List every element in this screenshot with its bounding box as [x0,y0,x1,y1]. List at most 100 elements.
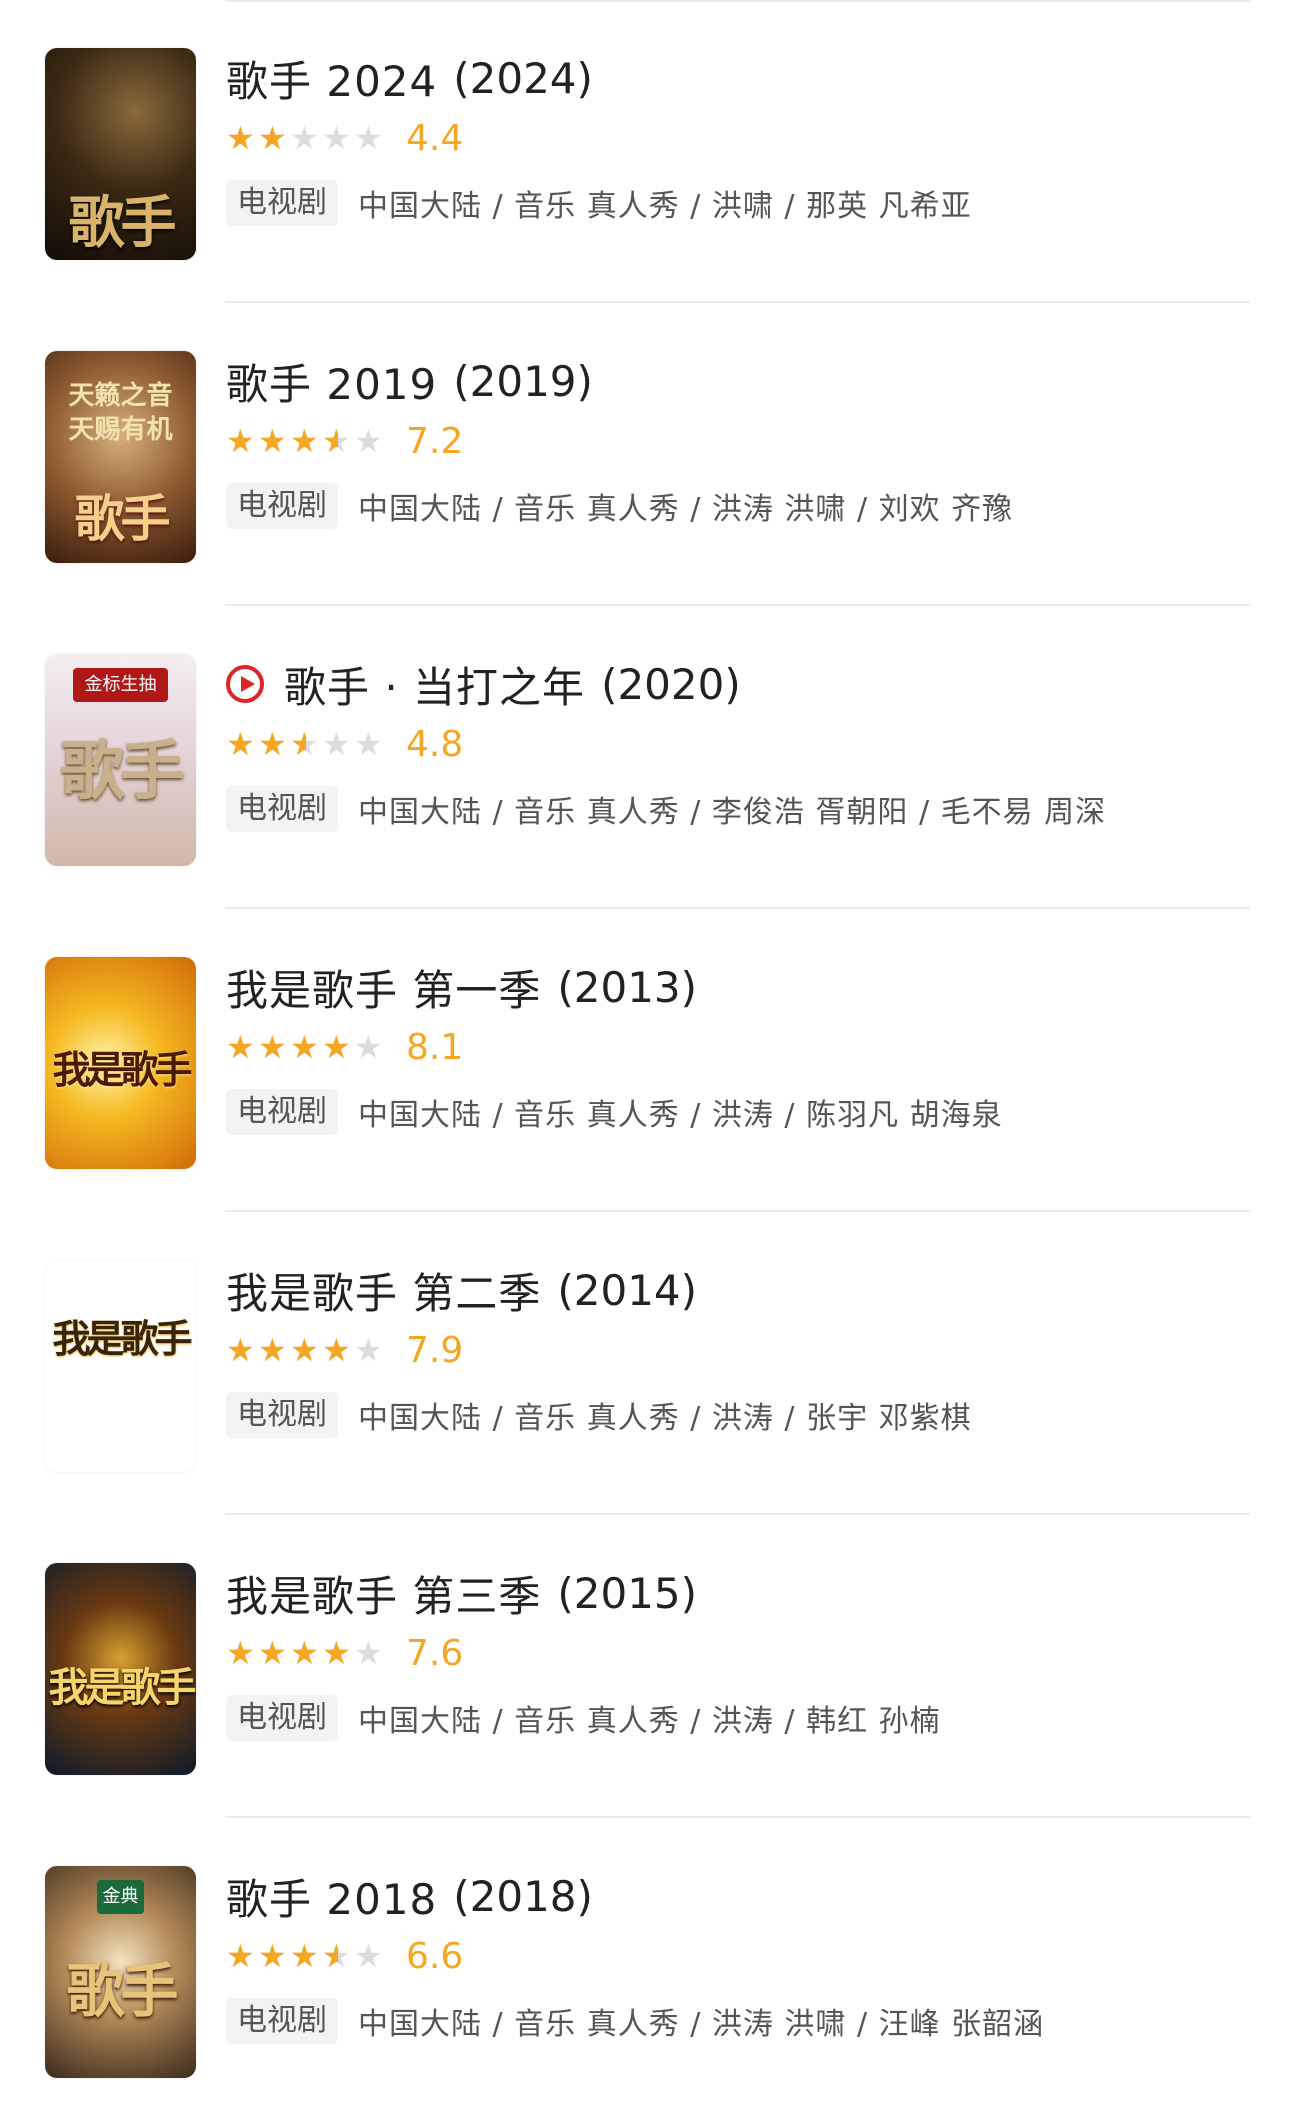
star-fill: ★ [258,1637,287,1669]
item-meta: 中国大陆 / 音乐 真人秀 / 洪涛 / 陈羽凡 胡海泉 [358,1098,1003,1133]
star-icon: ★ ★ [226,1334,258,1366]
meta-row: 电视剧 中国大陆 / 音乐 真人秀 / 洪涛 / 张宇 邓紫棋 [226,1390,972,1440]
star-icon: ★ ★ [226,1940,258,1972]
poster-image[interactable]: 歌手 [45,48,196,260]
divider [225,907,1250,909]
item-meta: 中国大陆 / 音乐 真人秀 / 洪涛 洪啸 / 汪峰 张韶涵 [358,2007,1045,2042]
rating-row: ★ ★ ★ ★ ★ ★ ★ ★ ★ 7.6 [226,1629,463,1677]
meta-row: 电视剧 中国大陆 / 音乐 真人秀 / 洪啸 / 那英 凡希亚 [226,178,972,228]
star-icon: ★ [322,119,351,157]
star-fill: ★ [258,425,287,457]
list-item[interactable]: 我是歌手 我是歌手 第三季 (2015) ★ ★ ★ ★ ★ ★ ★ ★ ★ 7.6 电视剧 中… [0,1517,1290,1818]
star-fill: ★ [226,122,255,154]
star-fill: ★ [226,1637,255,1669]
title-row: 歌手 2024 (2024) [226,48,593,108]
star-icon: ★ ★ [290,1334,322,1366]
star-icon: ★ ★ [226,728,258,760]
item-year: (2015) [557,1568,698,1618]
star-icon: ★ ★ [322,422,351,460]
title-row: 我是歌手 第一季 (2013) [226,957,697,1017]
poster-image[interactable]: 我是歌手 [45,957,196,1169]
list-item[interactable]: 金典 歌手 歌手 2018 (2018) ★ ★ ★ ★ ★ ★ ★ ★ ★ 6.6 电视剧 中… [0,1820,1290,2121]
item-year: (2020) [601,659,741,709]
poster-subtitle-text: 天籁之音 天赐有机 [68,381,173,445]
meta-row: 电视剧 中国大陆 / 音乐 真人秀 / 洪涛 / 陈羽凡 胡海泉 [226,1087,1003,1137]
star-fill: ★ [226,1940,255,1972]
item-title[interactable]: 歌手 2019 [226,351,437,412]
poster-image[interactable]: 我是歌手 [45,1563,196,1775]
rating-row: ★ ★ ★ ★ ★ ★ ★ ★ ★ 8.1 [226,1023,463,1071]
poster-logo-text: 我是歌手 [48,1664,197,1711]
star-fill: ★ [258,1334,287,1366]
rating-stars: ★ ★ ★ ★ ★ ★ ★ [226,122,386,154]
star-icon: ★ ★ [290,425,322,457]
star-fill: ★ [258,122,287,154]
star-fill: ★ [322,1637,351,1669]
play-icon[interactable] [226,665,264,703]
star-fill: ★ [226,425,255,457]
star-icon: ★ [354,119,383,157]
star-fill: ★ [322,1334,351,1366]
item-year: (2018) [453,1871,593,1921]
rating-stars: ★ ★ ★ ★ ★ ★ ★ ★ ★ [226,1334,386,1366]
meta-row: 电视剧 中国大陆 / 音乐 真人秀 / 洪涛 洪啸 / 刘欢 齐豫 [226,481,1013,531]
poster-logo-text: 歌手 [66,1957,178,2025]
star-fill: ★ [258,1940,287,1972]
poster-image[interactable]: 我是歌手 [45,1260,196,1472]
star-fill: ★ [290,728,306,760]
title-row: 歌手 2019 (2019) [226,351,593,411]
star-icon: ★ ★ [258,1637,290,1669]
star-icon: ★ ★ [226,122,258,154]
poster-image[interactable]: 天籁之音 天赐有机 歌手 [45,351,196,563]
star-fill: ★ [322,1940,338,1972]
item-title[interactable]: 我是歌手 第二季 [226,1260,541,1321]
star-fill: ★ [290,1940,319,1972]
meta-row: 电视剧 中国大陆 / 音乐 真人秀 / 李俊浩 胥朝阳 / 毛不易 周深 [226,784,1106,834]
divider [225,1513,1250,1515]
type-badge: 电视剧 [226,1998,338,2044]
poster-image[interactable]: 金典 歌手 [45,1866,196,2078]
item-meta: 中国大陆 / 音乐 真人秀 / 洪涛 / 张宇 邓紫棋 [358,1401,972,1436]
star-icon: ★ ★ [322,1031,354,1063]
star-icon: ★ ★ [322,1334,354,1366]
rating-score: 4.8 [406,723,464,765]
list-item[interactable]: 金标生抽 歌手 歌手 · 当打之年 (2020) ★ ★ ★ ★ ★ ★ ★ ★ 4.8 电视… [0,608,1290,909]
divider [225,604,1250,606]
item-title[interactable]: 歌手 2018 [226,1866,437,1927]
item-meta: 中国大陆 / 音乐 真人秀 / 洪啸 / 那英 凡希亚 [358,189,972,224]
star-icon: ★ ★ [290,1940,322,1972]
poster-logo-text: 歌手 [74,489,171,548]
list-item[interactable]: 我是歌手 我是歌手 第二季 (2014) ★ ★ ★ ★ ★ ★ ★ ★ ★ 7.9 电视剧 中… [0,1214,1290,1515]
star-icon: ★ ★ [226,1031,258,1063]
rating-stars: ★ ★ ★ ★ ★ ★ ★ ★ ★ [226,1940,386,1972]
item-title[interactable]: 歌手 · 当打之年 [284,654,585,715]
star-icon: ★ ★ [258,1334,290,1366]
rating-stars: ★ ★ ★ ★ ★ ★ ★ ★ [226,728,386,760]
item-year: (2019) [453,356,593,406]
star-fill: ★ [258,728,287,760]
star-icon: ★ [354,1634,383,1672]
item-title[interactable]: 我是歌手 第三季 [226,1563,541,1624]
star-fill: ★ [258,1031,287,1063]
type-badge: 电视剧 [226,1089,338,1135]
list-item[interactable]: 我是歌手 我是歌手 第一季 (2013) ★ ★ ★ ★ ★ ★ ★ ★ ★ 8.1 电视剧 中… [0,911,1290,1212]
poster-logo-text: 我是歌手 [52,1316,192,1361]
star-icon: ★ ★ [226,425,258,457]
poster-image[interactable]: 金标生抽 歌手 [45,654,196,866]
star-fill: ★ [322,1031,351,1063]
poster-logo-text: 我是歌手 [52,1047,192,1092]
star-fill: ★ [226,1031,255,1063]
poster-logo-text: 歌手 [60,734,185,809]
list-item[interactable]: 天籁之音 天赐有机 歌手 歌手 2019 (2019) ★ ★ ★ ★ ★ ★ ★ ★ ★ 7.… [0,305,1290,606]
rating-score: 7.9 [406,1329,464,1371]
item-title[interactable]: 我是歌手 第一季 [226,957,541,1018]
type-badge: 电视剧 [226,786,338,832]
item-title[interactable]: 歌手 2024 [226,48,437,109]
list-item[interactable]: 歌手 歌手 2024 (2024) ★ ★ ★ ★ ★ ★ ★ 4.4 电视剧 中国大陆 /… [0,2,1290,303]
rating-stars: ★ ★ ★ ★ ★ ★ ★ ★ ★ [226,425,386,457]
star-icon: ★ ★ [258,1031,290,1063]
rating-score: 6.6 [406,1935,464,1977]
rating-score: 7.2 [406,420,464,462]
type-badge: 电视剧 [226,483,338,529]
star-icon: ★ ★ [258,728,290,760]
